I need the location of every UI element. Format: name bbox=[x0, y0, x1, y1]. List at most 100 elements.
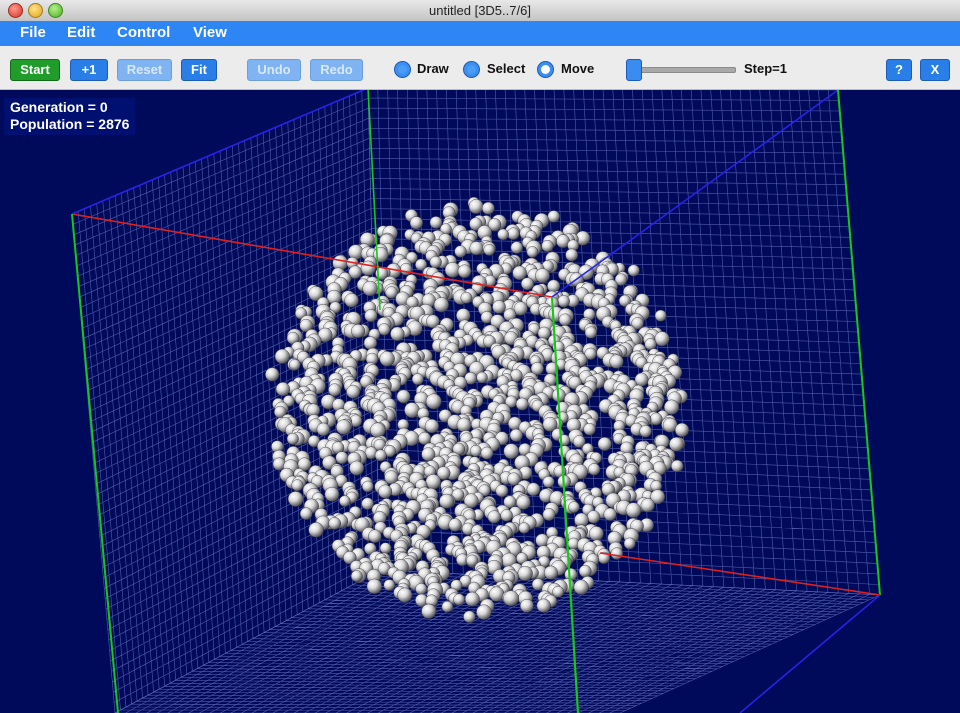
cell-sphere bbox=[397, 587, 413, 603]
cell-sphere bbox=[421, 603, 437, 619]
cell-sphere bbox=[265, 367, 280, 382]
draw-radio[interactable] bbox=[394, 61, 411, 78]
cell-sphere bbox=[328, 383, 342, 397]
select-radio[interactable] bbox=[463, 61, 480, 78]
cell-sphere bbox=[492, 300, 506, 314]
cell-sphere bbox=[456, 417, 472, 433]
cell-sphere bbox=[335, 451, 349, 465]
cell-sphere bbox=[487, 510, 501, 524]
cell-sphere bbox=[669, 436, 684, 452]
cell-sphere bbox=[521, 277, 534, 291]
reset-button[interactable]: Reset bbox=[117, 59, 172, 81]
fit-button[interactable]: Fit bbox=[181, 59, 217, 81]
cell-sphere bbox=[425, 393, 442, 410]
cell-sphere bbox=[526, 246, 539, 258]
cell-sphere bbox=[515, 397, 529, 411]
menu-control[interactable]: Control bbox=[117, 24, 170, 41]
cell-sphere bbox=[639, 425, 652, 438]
cell-sphere bbox=[625, 502, 642, 519]
cell-sphere bbox=[433, 297, 450, 313]
cell-sphere bbox=[429, 256, 442, 269]
cell-sphere bbox=[503, 443, 520, 460]
cell-sphere bbox=[379, 542, 392, 555]
cell-sphere bbox=[476, 371, 488, 384]
cell-sphere bbox=[287, 491, 304, 507]
cell-sphere bbox=[535, 533, 550, 548]
cell-sphere bbox=[274, 348, 290, 364]
cell-sphere bbox=[396, 389, 411, 404]
cell-sphere bbox=[415, 583, 428, 595]
cell-sphere bbox=[623, 537, 636, 550]
cell-sphere bbox=[289, 359, 301, 371]
cell-sphere bbox=[526, 482, 541, 497]
cell-sphere bbox=[547, 279, 561, 293]
help-button[interactable]: ? bbox=[886, 59, 912, 81]
cell-sphere bbox=[350, 570, 363, 582]
cell-sphere bbox=[610, 547, 623, 560]
cell-sphere bbox=[275, 382, 291, 397]
cell-sphere bbox=[291, 479, 304, 492]
cell-sphere bbox=[363, 336, 378, 350]
cell-sphere bbox=[542, 508, 556, 521]
draw-label: Draw bbox=[417, 61, 449, 76]
axis-edge-green-left bbox=[71, 213, 119, 713]
redo-button[interactable]: Redo bbox=[310, 59, 363, 81]
cell-sphere bbox=[644, 338, 657, 351]
cell-sphere bbox=[544, 565, 559, 580]
cell-sphere bbox=[503, 590, 519, 607]
cell-sphere bbox=[468, 199, 484, 214]
cell-sphere bbox=[308, 522, 324, 538]
cell-sphere bbox=[489, 586, 505, 602]
cell-sphere bbox=[597, 437, 612, 452]
cell-sphere bbox=[409, 216, 424, 230]
cell-sphere bbox=[583, 423, 596, 436]
step-slider-thumb[interactable] bbox=[626, 59, 642, 81]
cell-sphere bbox=[404, 402, 420, 418]
cell-sphere bbox=[463, 610, 476, 623]
3d-viewport[interactable]: Generation = 0 Population = 2876 bbox=[0, 90, 960, 713]
step-label: Step=1 bbox=[744, 61, 787, 76]
window-title: untitled [3D5..7/6] bbox=[429, 3, 531, 18]
move-radio[interactable] bbox=[537, 61, 554, 78]
cell-sphere bbox=[453, 593, 465, 606]
cell-sphere bbox=[542, 475, 555, 488]
cell-sphere bbox=[364, 309, 378, 323]
menu-edit[interactable]: Edit bbox=[67, 24, 95, 41]
move-label: Move bbox=[561, 61, 595, 76]
cell-sphere bbox=[627, 264, 640, 277]
toolbar: Start +1 Reset Fit Undo Redo Draw Select… bbox=[0, 46, 960, 90]
title-bar: untitled [3D5..7/6] bbox=[0, 0, 960, 22]
cell-sphere bbox=[509, 428, 523, 442]
cell-sphere bbox=[578, 564, 592, 578]
cell-sphere bbox=[351, 324, 366, 339]
cell-sphere bbox=[512, 265, 527, 281]
cell-sphere bbox=[360, 260, 376, 276]
cell-sphere bbox=[328, 517, 342, 530]
step-slider-track[interactable] bbox=[630, 67, 736, 73]
cell-sphere bbox=[640, 498, 655, 513]
menu-view[interactable]: View bbox=[193, 24, 227, 41]
cell-sphere bbox=[349, 460, 365, 476]
generation-text: Generation = 0 bbox=[10, 99, 108, 115]
cell-sphere bbox=[464, 591, 480, 607]
cell-sphere bbox=[480, 446, 494, 460]
cell-sphere bbox=[654, 309, 667, 322]
cell-sphere bbox=[374, 449, 387, 462]
cell-sphere bbox=[469, 241, 484, 256]
cell-sphere bbox=[424, 419, 440, 434]
close-button[interactable]: X bbox=[920, 59, 950, 81]
step-one-button[interactable]: +1 bbox=[70, 59, 108, 81]
cell-sphere bbox=[361, 497, 374, 510]
undo-button[interactable]: Undo bbox=[247, 59, 301, 81]
3d-scene[interactable] bbox=[0, 90, 960, 713]
cell-sphere bbox=[469, 444, 482, 457]
menu-file[interactable]: File bbox=[20, 24, 46, 41]
cell-sphere bbox=[441, 600, 454, 613]
cell-sphere bbox=[483, 243, 496, 256]
cell-sphere bbox=[609, 354, 624, 369]
cell-sphere bbox=[517, 565, 533, 582]
cell-sphere bbox=[344, 293, 359, 308]
start-button[interactable]: Start bbox=[10, 59, 60, 81]
cell-sphere bbox=[379, 351, 395, 367]
cell-sphere bbox=[370, 422, 386, 438]
